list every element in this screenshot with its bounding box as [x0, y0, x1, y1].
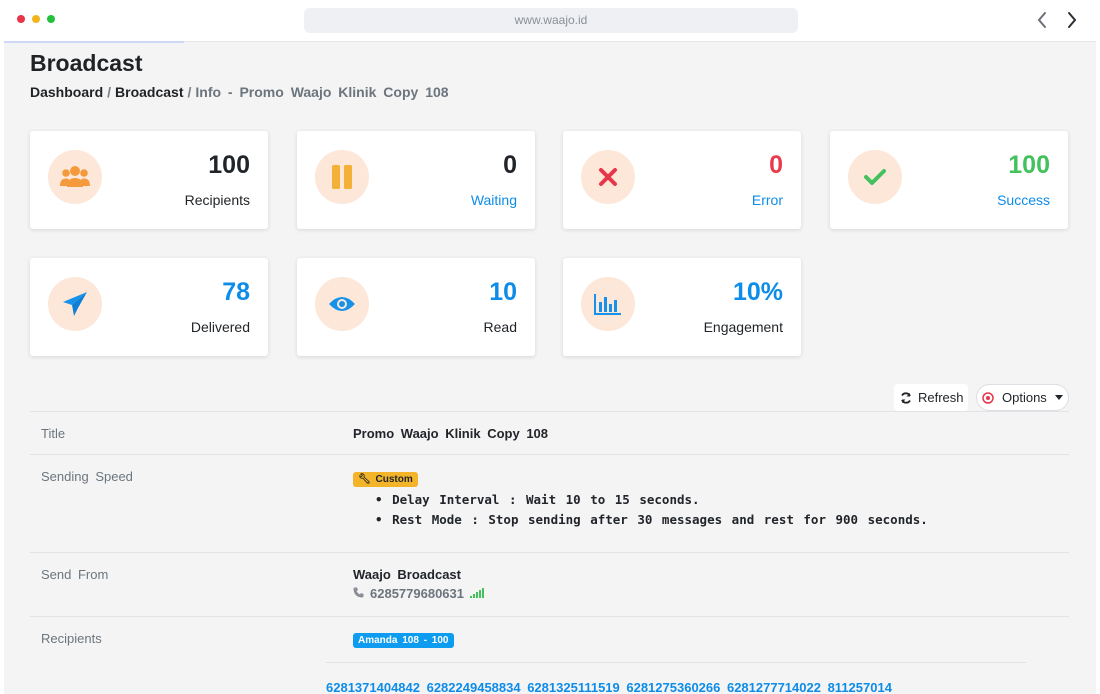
wrench-icon: 🔧︎	[358, 474, 371, 485]
divider	[326, 662, 1026, 663]
stat-card-read: 10 Read	[297, 258, 535, 356]
recipient-numbers-list[interactable]: 6281371404842 6282249458834 628132511151…	[326, 680, 1026, 694]
signal-icon	[470, 586, 484, 601]
rest-mode-text: Rest Mode : Stop sending after 30 messag…	[375, 510, 928, 530]
stat-value: 78	[222, 278, 250, 306]
stat-card-engagement: 10% Engagement	[563, 258, 801, 356]
page-title: Broadcast	[30, 50, 143, 76]
eye-icon	[315, 277, 369, 331]
loading-indicator	[4, 41, 184, 43]
x-icon	[581, 150, 635, 204]
breadcrumb-dashboard[interactable]: Dashboard	[30, 84, 103, 100]
stat-label: Recipients	[184, 192, 250, 208]
browser-titlebar: www.waajo.id	[4, 0, 1096, 42]
paper-plane-icon	[48, 277, 102, 331]
row-label: Send From	[41, 567, 109, 582]
options-dropdown-button[interactable]: Options	[976, 384, 1069, 411]
maximize-window-button[interactable]	[47, 15, 55, 23]
stat-card-recipients: 100 Recipients	[30, 131, 268, 229]
url-bar[interactable]: www.waajo.id	[304, 8, 798, 33]
row-label: Title	[41, 426, 66, 441]
sending-speed-value: 🔧︎ Custom Delay Interval : Wait 10 to 15…	[353, 470, 928, 530]
back-arrow-icon[interactable]	[1034, 10, 1052, 30]
stat-card-error: 0 Error	[563, 131, 801, 229]
browser-window: www.waajo.id Broadcast Dashboard / Broadca…	[4, 0, 1096, 694]
detail-row-title: Title Promo Waajo Klinik Copy 108	[30, 411, 1069, 454]
stat-value: 0	[769, 151, 783, 179]
bar-chart-icon	[581, 277, 635, 331]
breadcrumb-current: Info - Promo Waajo Klinik Copy 108	[195, 84, 449, 100]
stat-value: 10%	[732, 278, 783, 306]
stat-label: Read	[483, 319, 517, 335]
caret-down-icon	[1054, 395, 1063, 400]
row-label: Recipients	[41, 631, 102, 646]
refresh-button[interactable]: Refresh	[894, 384, 968, 411]
custom-badge: 🔧︎ Custom	[353, 472, 418, 487]
phone-icon	[353, 586, 364, 601]
stat-label: Engagement	[703, 319, 783, 335]
detail-row-send-from: Send From Waajo Broadcast 6285779680631	[30, 552, 1069, 616]
broadcast-title-value: Promo Waajo Klinik Copy 108	[353, 426, 549, 441]
target-icon	[982, 391, 994, 404]
breadcrumb: Dashboard / Broadcast / Info - Promo Waajo K…	[30, 84, 449, 100]
stat-value: 100	[1008, 151, 1050, 179]
forward-arrow-icon[interactable]	[1062, 10, 1080, 30]
stat-value: 0	[503, 151, 517, 179]
refresh-label: Refresh	[918, 390, 964, 405]
recipient-group-badge[interactable]: Amanda 108 - 100	[353, 633, 454, 648]
delay-interval-text: Delay Interval : Wait 10 to 15 seconds.	[375, 490, 928, 510]
stat-label: Delivered	[190, 319, 250, 335]
stat-label: Error	[751, 192, 783, 208]
row-label: Sending Speed	[41, 469, 133, 484]
stat-card-success: 100 Success	[830, 131, 1068, 229]
stat-label: Waiting	[470, 192, 517, 208]
options-label: Options	[1002, 390, 1047, 405]
breadcrumb-broadcast[interactable]: Broadcast	[115, 84, 183, 100]
refresh-icon	[900, 391, 912, 404]
sender-name: Waajo Broadcast	[353, 567, 461, 582]
close-window-button[interactable]	[17, 15, 25, 23]
stat-value: 10	[489, 278, 517, 306]
users-icon	[48, 150, 102, 204]
stat-card-delivered: 78 Delivered	[30, 258, 268, 356]
send-from-value: Waajo Broadcast 6285779680631	[353, 567, 484, 601]
pause-icon	[315, 150, 369, 204]
sender-phone: 6285779680631	[370, 586, 464, 601]
stat-card-waiting: 0 Waiting	[297, 131, 535, 229]
stat-value: 100	[208, 151, 250, 179]
check-icon	[848, 150, 902, 204]
minimize-window-button[interactable]	[32, 15, 40, 23]
stat-label: Success	[997, 192, 1050, 208]
detail-row-sending-speed: Sending Speed 🔧︎ Custom Delay Interval :…	[30, 454, 1069, 552]
